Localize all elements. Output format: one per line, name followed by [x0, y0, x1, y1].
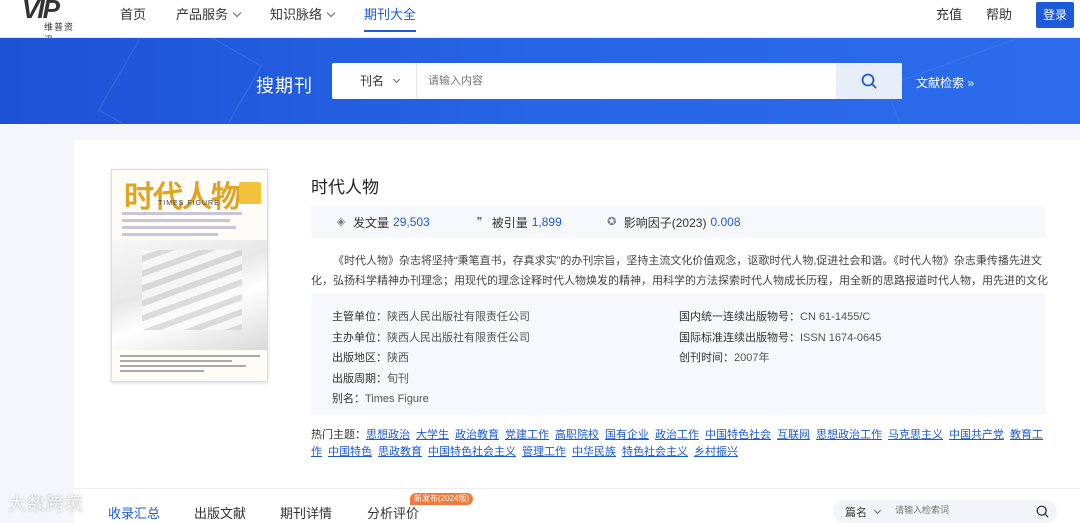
- new-release-badge: 新发布(2024版): [410, 493, 474, 505]
- nav-item-home[interactable]: 首页: [120, 0, 146, 38]
- info-sponsor: 主办单位：陕西人民出版社有限责任公司: [332, 332, 530, 344]
- hot-topic-link[interactable]: 乡村振兴: [694, 446, 738, 458]
- journal-search-box: 刊名: [332, 63, 902, 99]
- nav-item-knowledge[interactable]: 知识脉络: [270, 0, 336, 38]
- nav-item-products[interactable]: 产品服务: [176, 0, 242, 38]
- hot-topic-link[interactable]: 政治工作: [655, 429, 699, 441]
- stat-articles: ◈ 发文量 29,503: [335, 214, 430, 231]
- info-supervisor: 主管单位：陕西人民出版社有限责任公司: [332, 311, 530, 323]
- stack-icon: ◈: [336, 216, 346, 228]
- hot-topic-link[interactable]: 政治教育: [455, 429, 499, 441]
- hot-topic-link[interactable]: 思政教育: [378, 446, 422, 458]
- main-nav: 首页 产品服务 知识脉络 期刊大全: [120, 0, 446, 38]
- info-issn: 国际标准连续出版物号：ISSN 1674-0645: [679, 332, 882, 344]
- hot-topic-link[interactable]: 马克思主义: [888, 429, 943, 441]
- stat-impact-factor: ✪ 影响因子(2023) 0.008: [606, 214, 741, 231]
- hot-topic-link[interactable]: 特色社会主义: [622, 446, 688, 458]
- stat-citations: ❞ 被引量 1,899: [474, 214, 562, 231]
- hot-topic-link[interactable]: 思想政治工作: [816, 429, 882, 441]
- top-right-actions: 充值 帮助 登录: [936, 0, 1080, 38]
- chevron-down-icon: [232, 8, 242, 18]
- hot-topic-link[interactable]: 高职院校: [555, 429, 599, 441]
- hot-topic-link[interactable]: 大学生: [416, 429, 449, 441]
- watermark: 大数跨境: [8, 494, 84, 514]
- article-search-type-select[interactable]: 篇名: [845, 504, 882, 520]
- cover-footer-lines: [120, 355, 260, 375]
- info-alias: 别名：Times Figure: [332, 393, 429, 405]
- stat-value: 1,899: [531, 215, 562, 229]
- cover-text-lines: [122, 212, 242, 240]
- stat-label: 被引量: [491, 215, 528, 230]
- stat-value: 0.008: [710, 215, 741, 229]
- cover-subtitle: TIMES FIGURE: [158, 200, 220, 207]
- hot-topic-link[interactable]: 中国特色: [328, 446, 372, 458]
- search-icon: [861, 73, 877, 89]
- banner-decoration: [98, 38, 262, 124]
- cover-title: 时代人物: [124, 180, 241, 215]
- search-button[interactable]: [836, 63, 902, 99]
- search-banner: 搜期刊 刊名 文献检索 »: [0, 38, 1080, 124]
- hot-topic-link[interactable]: 中国共产党: [949, 429, 1004, 441]
- journal-title: 时代人物: [311, 178, 379, 197]
- info-region: 出版地区：陕西: [332, 352, 409, 364]
- impact-icon: ✪: [607, 216, 617, 228]
- article-search-box: 篇名: [833, 500, 1057, 523]
- hot-topic-link[interactable]: 国有企业: [605, 429, 649, 441]
- hot-topic-link[interactable]: 党建工作: [505, 429, 549, 441]
- article-search-input[interactable]: [895, 505, 1035, 515]
- hot-topic-link[interactable]: 中国特色社会: [705, 429, 771, 441]
- top-bar: VIP 维普资讯 首页 产品服务 知识脉络 期刊大全 充值 帮助 登录: [0, 0, 1080, 45]
- journal-info-panel: 主管单位：陕西人民出版社有限责任公司 主办单位：陕西人民出版社有限责任公司 出版…: [311, 293, 1046, 415]
- banner-decoration: [885, 38, 1080, 124]
- hot-topics: 热门主题：思想政治 大学生 政治教育 党建工作 高职院校 国有企业 政治工作 中国特色社会 互联…: [311, 427, 1046, 461]
- hot-topic-link[interactable]: 互联网: [777, 429, 810, 441]
- chevron-down-icon: [392, 75, 401, 84]
- stat-value: 29,503: [393, 215, 430, 229]
- nav-item-journals[interactable]: 期刊大全: [364, 0, 417, 38]
- search-type-select[interactable]: 刊名: [332, 63, 417, 99]
- info-cn-number: 国内统一连续出版物号：CN 61-1455/C: [679, 311, 871, 323]
- journal-cover-image: 时代人物 TIMES FIGURE: [111, 169, 268, 382]
- search-icon[interactable]: [1036, 505, 1049, 518]
- quote-icon: ❞: [476, 216, 483, 228]
- chevron-down-icon: [873, 506, 882, 515]
- cover-badge: [239, 182, 261, 204]
- chevron-down-icon: [326, 8, 336, 18]
- cover-artwork: [112, 240, 267, 350]
- hot-topic-link[interactable]: 中华民族: [572, 446, 616, 458]
- recharge-link[interactable]: 充值: [936, 0, 962, 30]
- info-frequency: 出版周期：旬刊: [332, 373, 409, 385]
- search-input[interactable]: [422, 63, 832, 99]
- stat-label: 发文量: [353, 215, 390, 230]
- vip-logo[interactable]: VIP 维普资讯: [22, 0, 82, 45]
- tab-journal-details[interactable]: 期刊详情: [280, 503, 332, 522]
- advanced-search-link[interactable]: 文献检索 »: [916, 74, 974, 91]
- hot-topic-link[interactable]: 中国特色社会主义: [428, 446, 516, 458]
- hot-topics-label: 热门主题：: [311, 429, 366, 441]
- hot-topic-link[interactable]: 思想政治: [366, 429, 410, 441]
- tab-analysis-evaluation[interactable]: 分析评价: [367, 503, 419, 522]
- info-founded: 创刊时间：2007年: [679, 352, 770, 364]
- help-link[interactable]: 帮助: [986, 0, 1012, 30]
- journal-stats: ◈ 发文量 29,503 ❞ 被引量 1,899 ✪ 影响因子(2023) 0.008: [311, 206, 1046, 238]
- tab-collection-summary[interactable]: 收录汇总: [108, 503, 160, 522]
- stat-label: 影响因子(2023): [623, 215, 707, 230]
- banner-title: 搜期刊: [256, 76, 313, 96]
- tab-published-articles[interactable]: 出版文献: [194, 503, 246, 522]
- login-button[interactable]: 登录: [1036, 2, 1074, 28]
- hot-topic-link[interactable]: 管理工作: [522, 446, 566, 458]
